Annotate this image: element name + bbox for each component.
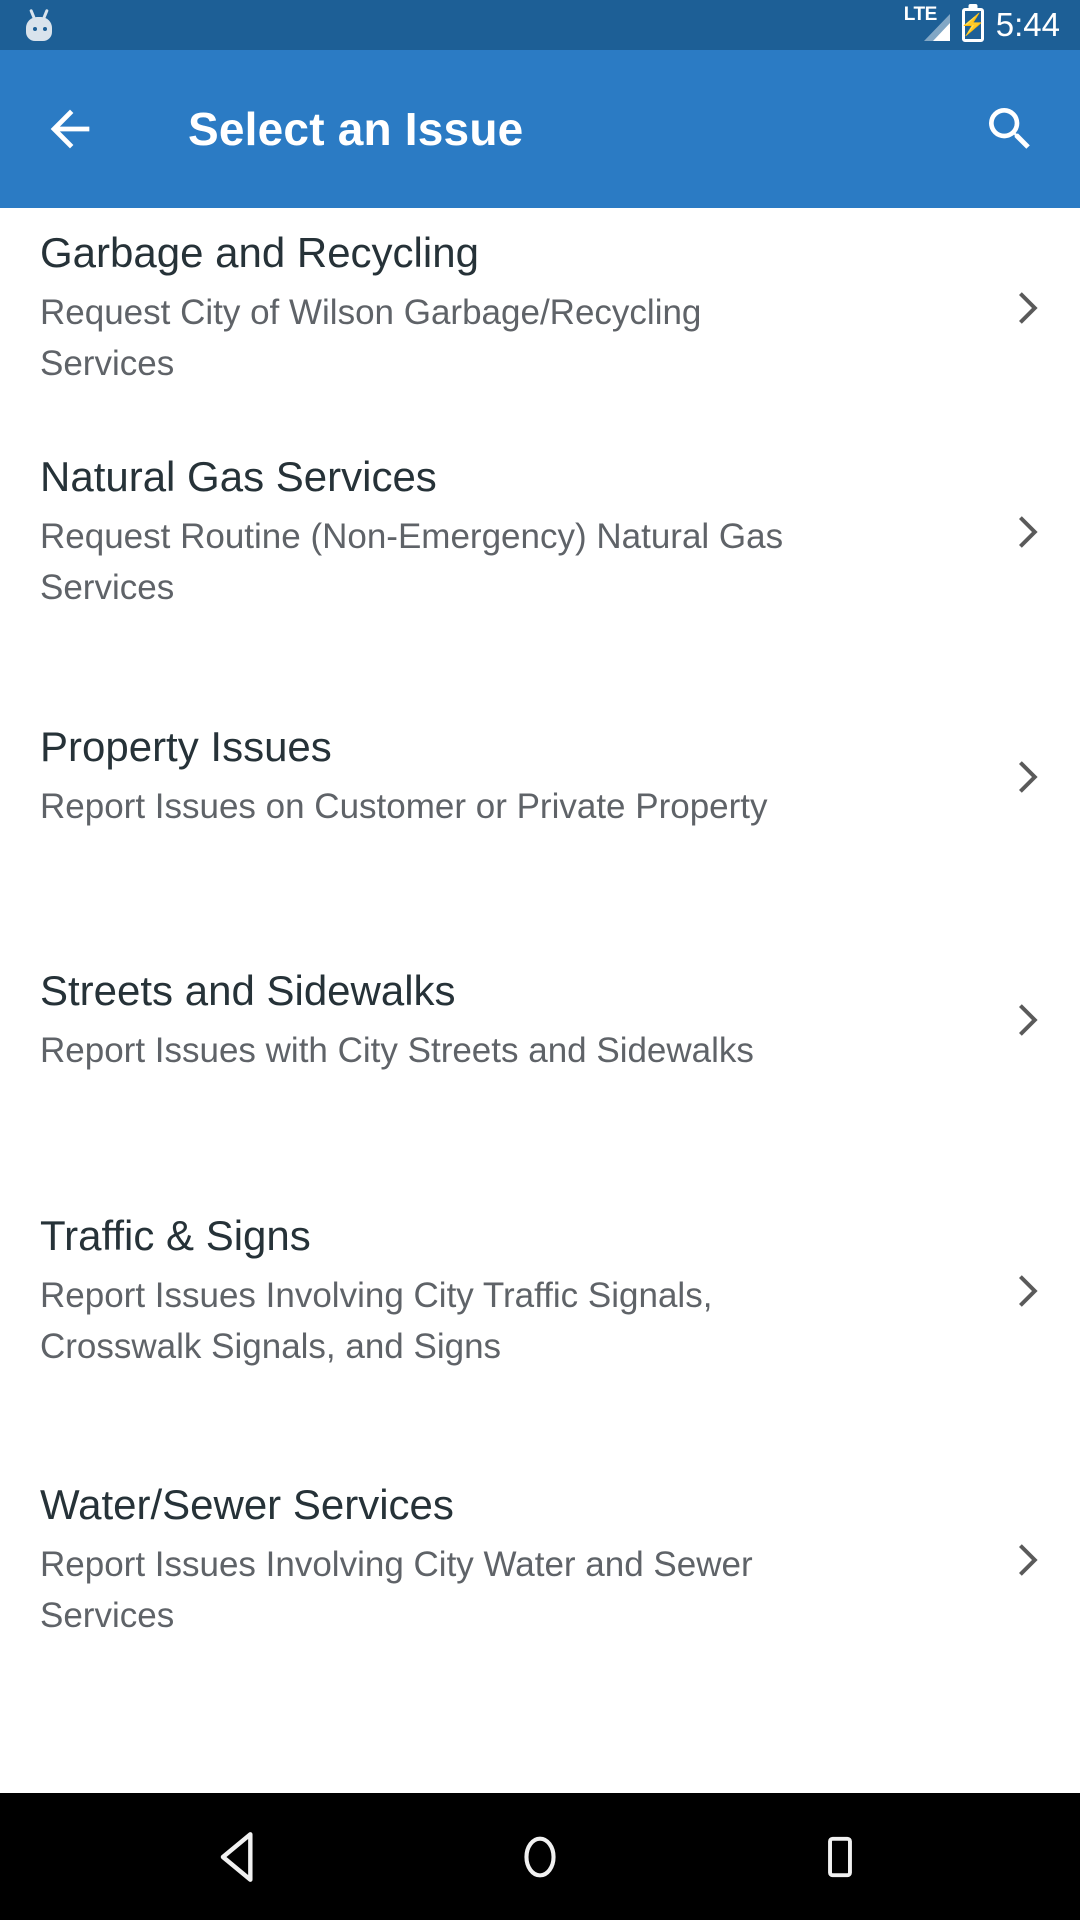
list-item[interactable]: Property Issues Report Issues on Custome… [0, 656, 1080, 897]
list-item-subtitle: Report Issues Involving City Water and S… [40, 1545, 753, 1635]
list-item-subtitle: Request City of Wilson Garbage/Recycling… [40, 293, 702, 383]
search-button[interactable] [978, 97, 1042, 161]
list-item[interactable]: Garbage and Recycling Request City of Wi… [0, 208, 1080, 408]
signal-bars-icon: LTE [904, 5, 950, 44]
list-item-title: Property Issues [40, 723, 332, 770]
nav-home-circle-icon [524, 1836, 556, 1877]
issue-list[interactable]: Garbage and Recycling Request City of Wi… [0, 208, 1080, 1793]
list-item-subtitle: Report Issues on Customer or Private Pro… [40, 787, 768, 826]
status-bar-clock: 5:44 [995, 5, 1060, 43]
list-item-title: Garbage and Recycling [40, 229, 479, 276]
list-item[interactable]: Traffic & Signs Report Issues Involving … [0, 1143, 1080, 1438]
android-navigation-bar [0, 1793, 1080, 1920]
list-item-title: Streets and Sidewalks [40, 966, 456, 1014]
chevron-right-icon [998, 993, 1052, 1047]
nav-back-triangle-icon [220, 1831, 253, 1882]
chevron-right-icon [998, 505, 1052, 559]
list-item-title: Traffic & Signs [40, 1211, 311, 1259]
search-icon [989, 108, 1030, 149]
page-title: Select an Issue [188, 103, 524, 155]
phone-screen: LTE ⚡ 5:44 Select an Issue Garbage and R… [0, 0, 1080, 1920]
arrow-back-icon [50, 109, 90, 149]
status-bar-right: LTE ⚡ 5:44 [904, 4, 1060, 44]
status-bar-left [22, 8, 56, 42]
chevron-right-icon [998, 281, 1052, 335]
app-bar: Select an Issue [0, 50, 1080, 219]
list-item-title: Natural Gas Services [40, 453, 437, 500]
nav-home-button[interactable] [485, 1802, 595, 1912]
list-item[interactable]: Streets and Sidewalks Report Issues with… [0, 897, 1080, 1143]
chevron-right-icon [998, 1264, 1052, 1318]
nav-recents-square-icon [828, 1836, 852, 1877]
list-item-subtitle: Request Routine (Non-Emergency) Natural … [40, 517, 784, 607]
list-item-subtitle: Report Issues with City Streets and Side… [40, 1030, 754, 1070]
chevron-right-icon [998, 1533, 1052, 1587]
battery-charging-icon: ⚡ [960, 4, 986, 42]
nav-recents-button[interactable] [785, 1802, 895, 1912]
nav-back-button[interactable] [185, 1802, 295, 1912]
list-item[interactable]: Water/Sewer Services Report Issues Invol… [0, 1438, 1080, 1682]
back-button[interactable] [38, 97, 102, 161]
list-item-title: Water/Sewer Services [40, 1481, 454, 1528]
status-bar: LTE ⚡ 5:44 [0, 0, 1080, 50]
chevron-right-icon [998, 750, 1052, 804]
list-item[interactable]: Natural Gas Services Request Routine (No… [0, 408, 1080, 656]
list-item-subtitle: Report Issues Involving City Traffic Sig… [40, 1275, 713, 1366]
android-bugdroid-icon [22, 8, 56, 42]
